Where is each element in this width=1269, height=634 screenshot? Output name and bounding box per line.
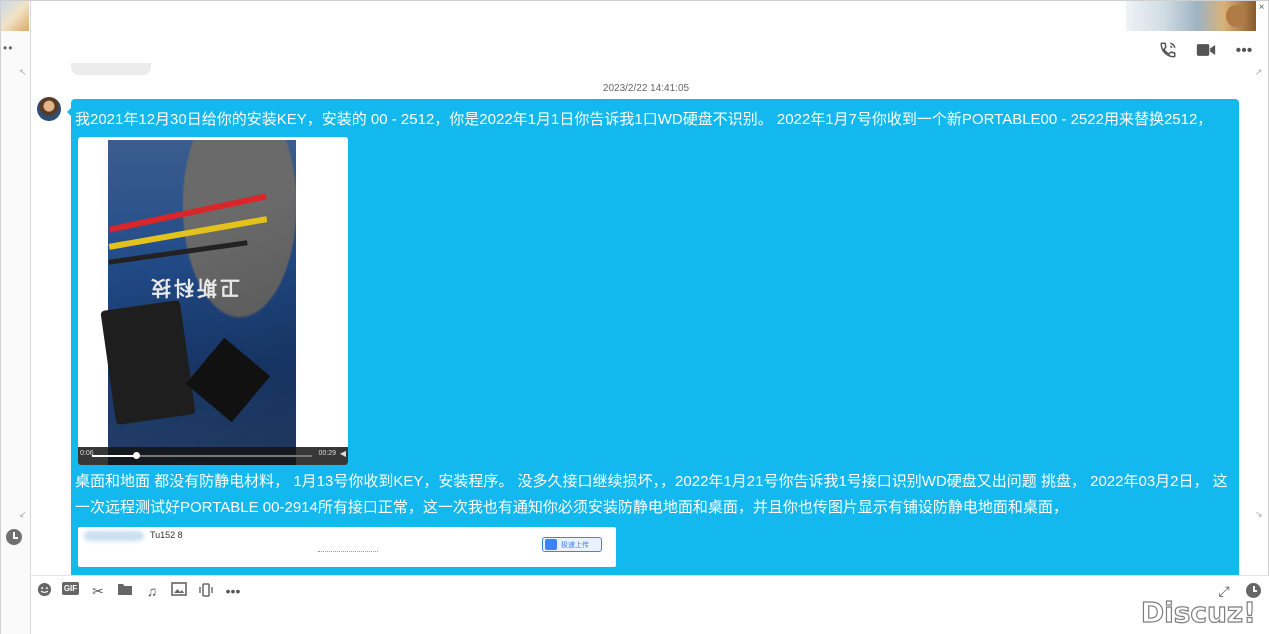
video-content: [100, 299, 196, 426]
more-icon[interactable]: •••: [1234, 41, 1254, 61]
resize-icon[interactable]: ↘: [1255, 509, 1263, 520]
blurred-content: [84, 531, 144, 541]
video-progress-knob[interactable]: [133, 452, 140, 459]
resize-icon[interactable]: ↗: [1255, 67, 1263, 78]
image-icon[interactable]: [170, 582, 188, 600]
contact-thumbnail[interactable]: [1, 1, 29, 31]
shake-icon[interactable]: [197, 582, 215, 600]
chat-window: •• ↖ ↙ × ••• 2023/2/22 14:41:05 我2021年12…: [0, 0, 1269, 634]
more-icon[interactable]: •••: [224, 582, 242, 600]
resize-icon[interactable]: ↙: [19, 509, 27, 520]
resize-icon[interactable]: ↖: [19, 67, 27, 78]
phone-icon[interactable]: [1158, 41, 1178, 61]
video-frame: 卫斯科技: [100, 140, 296, 465]
message-text: 我2021年12月30日给你的安装KEY，安装的 00 - 2512，你是202…: [75, 111, 1213, 128]
video-duration: 00:29: [318, 450, 336, 457]
discuz-watermark: Discuz!: [1140, 595, 1256, 629]
folder-icon[interactable]: [116, 582, 134, 600]
video-progress-bar[interactable]: [92, 452, 312, 459]
toolbar-icons: GIF ✂ ♫ •••: [35, 582, 242, 600]
gif-label: GIF: [62, 582, 79, 595]
video-content: [109, 193, 267, 233]
video-content: [185, 337, 271, 423]
music-icon[interactable]: ♫: [143, 582, 161, 600]
header-actions: •••: [1158, 41, 1254, 61]
input-toolbar: GIF ✂ ♫ ••• ⤢ Discuz!: [31, 575, 1269, 634]
close-icon[interactable]: ×: [1256, 1, 1267, 31]
message-text: 桌面和地面 都没有防静电材料， 1月13号你收到KEY，安装程序。 没多久接口继…: [75, 473, 1228, 516]
sidebar-more-icon[interactable]: ••: [3, 42, 13, 54]
video-brand-text: 卫斯科技: [148, 276, 240, 298]
message-bubble[interactable]: 我2021年12月30日给你的安装KEY，安装的 00 - 2512，你是202…: [71, 99, 1239, 575]
avatar[interactable]: [37, 97, 61, 121]
emoji-icon[interactable]: [35, 582, 53, 600]
history-icon[interactable]: [6, 529, 22, 545]
video-controls[interactable]: 0:06 00:29 ◀: [78, 447, 348, 465]
volume-icon[interactable]: ◀: [340, 449, 346, 458]
previous-message-edge: [71, 63, 151, 75]
conversation-sidebar: •• ↖ ↙: [1, 1, 31, 634]
upload-label: 极速上传: [561, 542, 589, 549]
gif-icon[interactable]: GIF: [62, 582, 80, 600]
video-progress-fill: [92, 455, 136, 457]
profile-banner-image: [1126, 1, 1256, 31]
screenshot-account-text: Tu152 8: [150, 530, 183, 540]
screenshot-divider: [318, 551, 378, 555]
video-attachment[interactable]: 卫斯科技 0:06 00:29 ◀: [78, 137, 348, 465]
cloud-icon: [545, 539, 557, 550]
message-list[interactable]: 2023/2/22 14:41:05 我2021年12月30日给你的安装KEY，…: [31, 63, 1261, 575]
message-timestamp: 2023/2/22 14:41:05: [602, 83, 690, 94]
video-call-icon[interactable]: [1196, 41, 1216, 61]
screenshot-upload-button: 极速上传: [542, 537, 602, 552]
image-attachment[interactable]: Tu152 8 极速上传: [78, 527, 616, 567]
scissors-icon[interactable]: ✂: [89, 582, 107, 600]
